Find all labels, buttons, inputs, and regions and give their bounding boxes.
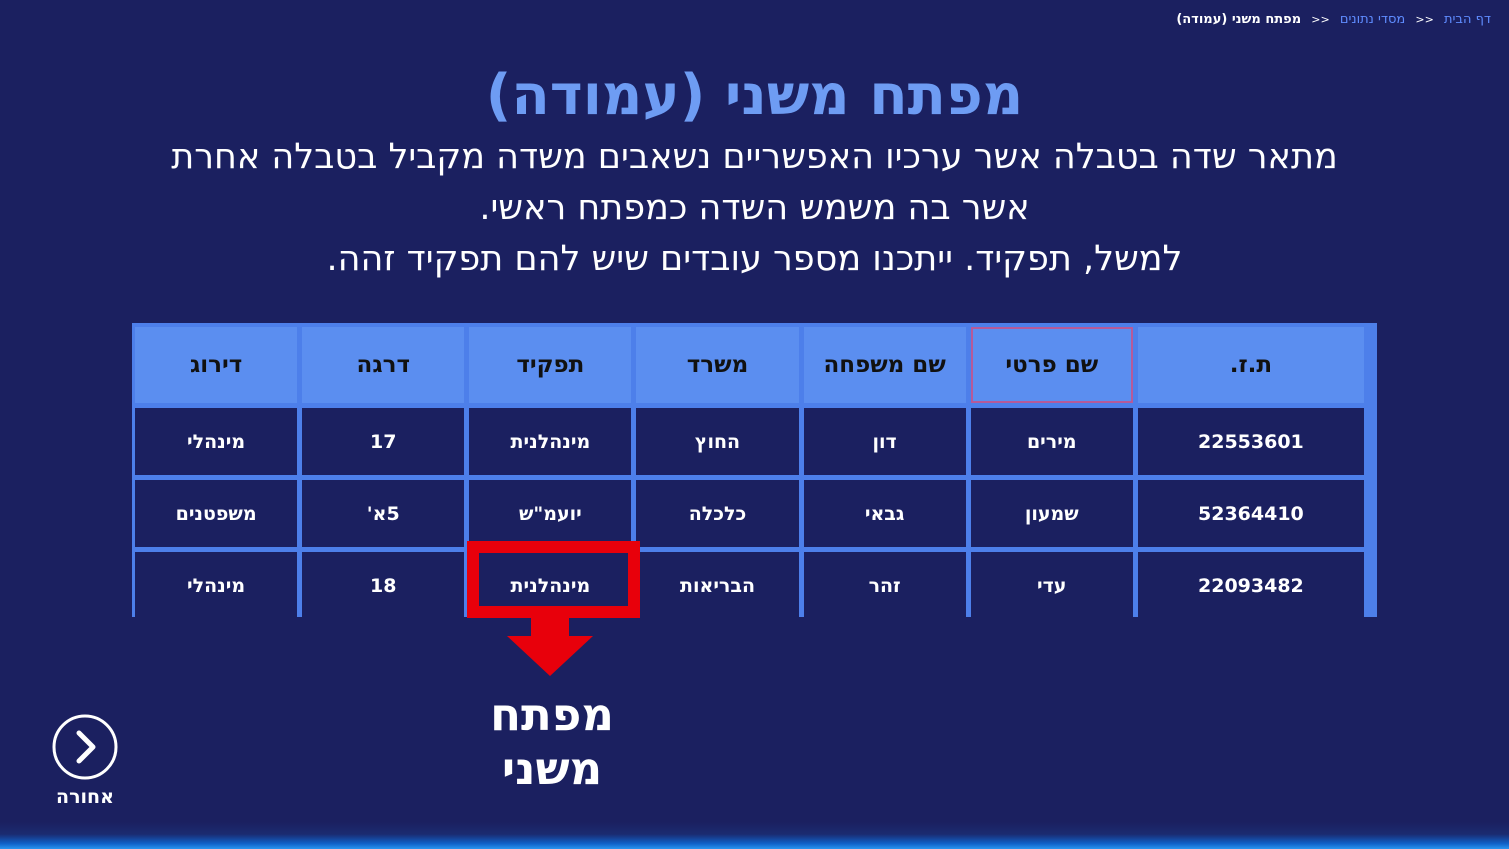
column-header-id: ת.ז. xyxy=(1137,327,1364,403)
description-line: אשר בה משמש השדה כמפתח ראשי. xyxy=(479,188,1030,228)
table-cell: דון xyxy=(803,408,966,475)
column-header-role: תפקיד xyxy=(469,327,632,403)
breadcrumb: דף הבית << מסדי נתונים << מפתח משני (עמו… xyxy=(1176,12,1491,27)
page-title: מפתח משני (עמודה) xyxy=(485,63,1024,128)
table-cell: 5א' xyxy=(302,480,465,547)
breadcrumb-current: מפתח משני (עמודה) xyxy=(1176,12,1302,27)
foreign-key-label-line: משני xyxy=(501,742,603,795)
column-header-last-name: שם משפחה xyxy=(803,327,966,403)
bottom-decorative-bar xyxy=(0,822,1509,849)
table-row: 52364410 שמעון גבאי כלכלה יועמ"ש 5א' משפ… xyxy=(135,480,1364,547)
table-cell: משפטנים xyxy=(135,480,298,547)
table-cell: 52364410 xyxy=(1137,480,1364,547)
table-cell: מינהלנית xyxy=(469,408,632,475)
description-line: מתאר שדה בטבלה אשר ערכיו האפשריים נשאבים… xyxy=(171,137,1338,177)
table-cell: יועמ"ש xyxy=(469,480,632,547)
table-cell: שמעון xyxy=(970,480,1133,547)
foreign-key-label-line: מפתח xyxy=(490,688,614,741)
description-line: למשל, תפקיד. ייתכנו מספר עובדים שיש להם … xyxy=(326,239,1183,279)
table-cell: זהר xyxy=(803,552,966,619)
table-row: 22093482 עדי זהר הבריאות מינהלנית 18 מינ… xyxy=(135,552,1364,619)
table-cell: מינהלי xyxy=(135,408,298,475)
column-header-rank: דירוג xyxy=(135,327,298,403)
table-cell: גבאי xyxy=(803,480,966,547)
table-cell: מינהלי xyxy=(135,552,298,619)
table-header-row: ת.ז. שם פרטי שם משפחה משרד תפקיד דרגה די… xyxy=(135,327,1364,403)
back-button-label[interactable]: אחורה xyxy=(40,786,130,808)
breadcrumb-home-link[interactable]: דף הבית xyxy=(1444,12,1491,27)
breadcrumb-parent-link[interactable]: מסדי נתונים xyxy=(1340,12,1405,27)
column-header-office: משרד xyxy=(636,327,799,403)
table-row: 22553601 מירים דון החוץ מינהלנית 17 מינה… xyxy=(135,408,1364,475)
foreign-key-label: מפתח משני xyxy=(452,688,652,796)
table-cell: החוץ xyxy=(636,408,799,475)
table-cell: מירים xyxy=(970,408,1133,475)
breadcrumb-separator: << xyxy=(1311,13,1330,26)
column-header-grade: דרגה xyxy=(302,327,465,403)
table-cell: 18 xyxy=(302,552,465,619)
employees-table-container: ת.ז. שם פרטי שם משפחה משרד תפקיד דרגה די… xyxy=(132,323,1377,619)
table-cell: 22553601 xyxy=(1137,408,1364,475)
foreign-key-highlight-box xyxy=(467,541,640,618)
chevron-right-icon xyxy=(76,730,96,764)
table-cell: 17 xyxy=(302,408,465,475)
table-cell: 22093482 xyxy=(1137,552,1364,619)
table-cell: כלכלה xyxy=(636,480,799,547)
table-cell: עדי xyxy=(970,552,1133,619)
table-cell: הבריאות xyxy=(636,552,799,619)
description: מתאר שדה בטבלה אשר ערכיו האפשריים נשאבים… xyxy=(100,132,1409,285)
column-header-first-name: שם פרטי xyxy=(970,327,1133,403)
back-button[interactable] xyxy=(52,714,118,780)
down-arrow-icon xyxy=(507,616,593,676)
employees-table: ת.ז. שם פרטי שם משפחה משרד תפקיד דרגה די… xyxy=(130,322,1369,624)
breadcrumb-separator: << xyxy=(1415,13,1434,26)
